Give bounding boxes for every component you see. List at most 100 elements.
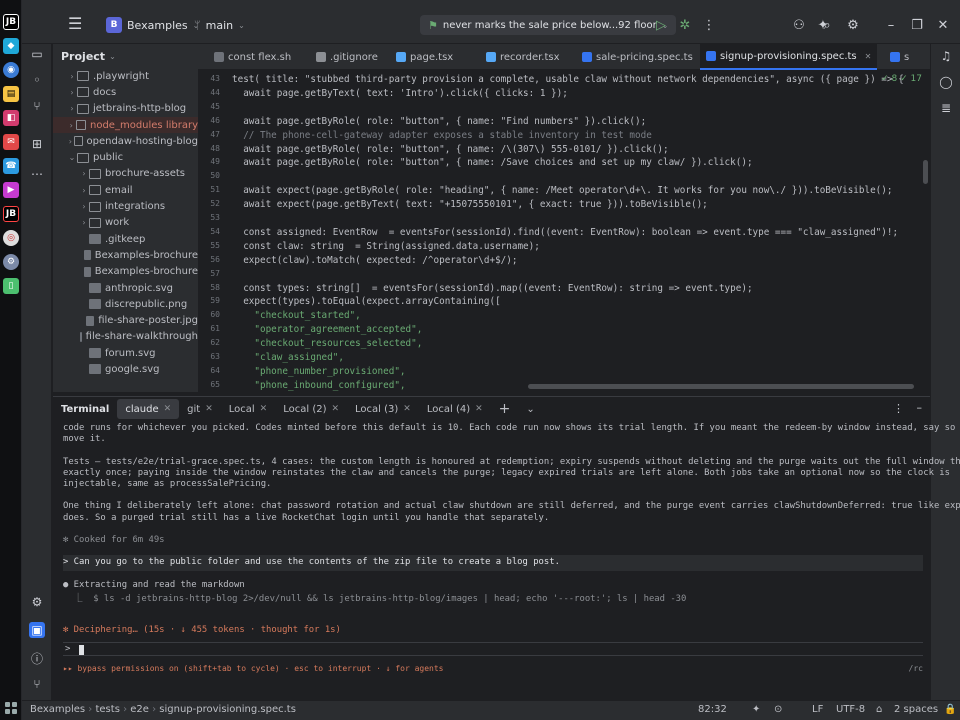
code-line[interactable]: expect(claw).toMatch( expected: /^operat… <box>232 255 517 266</box>
project-tree-item[interactable]: Bexamples-brochure <box>53 264 198 280</box>
editor-tab[interactable]: s <box>884 44 915 70</box>
close-tab-icon[interactable]: ✕ <box>865 52 872 61</box>
editor-tab[interactable]: sale-pricing.spec.ts <box>576 44 699 70</box>
user-icon[interactable]: ⚇ <box>790 16 808 34</box>
close-tab-icon[interactable]: ✕ <box>205 404 213 414</box>
menu-icon[interactable]: ☰ <box>68 14 82 33</box>
services-icon[interactable]: ⚙ <box>29 594 45 610</box>
project-tree-item[interactable]: › work <box>53 215 198 231</box>
project-tree-item[interactable]: .gitkeep <box>53 231 198 247</box>
chevron-right-icon[interactable]: › <box>67 104 77 113</box>
problems-icon[interactable]: ⓘ <box>29 650 45 666</box>
editor-tab[interactable]: const flex.sh <box>208 44 297 70</box>
line-separator[interactable]: LF <box>812 704 823 715</box>
breadcrumb-item[interactable]: e2e <box>130 704 149 715</box>
more-tools-icon[interactable]: ⋯ <box>29 166 45 182</box>
terminal-icon[interactable]: ▣ <box>29 622 45 638</box>
terminal-input[interactable]: > <box>63 641 923 656</box>
close-tab-icon[interactable]: ✕ <box>475 404 483 414</box>
file-encoding[interactable]: UTF-8 <box>836 704 865 715</box>
code-line[interactable]: test( title: "stubbed third-party provis… <box>232 74 904 85</box>
browser-icon[interactable]: ◉ <box>3 62 19 78</box>
debug-icon[interactable]: ✲ <box>676 16 694 34</box>
git-icon[interactable]: ⑂ <box>29 98 45 114</box>
close-tab-icon[interactable]: ✕ <box>331 404 339 414</box>
structure-icon[interactable]: ⊞ <box>29 136 45 152</box>
run-icon[interactable]: ▷ <box>652 16 670 34</box>
inspection-status[interactable]: ✓ 8 ✓ 17 <box>881 74 922 84</box>
project-panel-header[interactable]: Project ⌄ <box>53 44 198 68</box>
database-icon[interactable]: ≣ <box>938 100 954 116</box>
app-launcher-icon[interactable]: ◆ <box>3 38 19 54</box>
chevron-down-icon[interactable]: ⌄ <box>518 399 542 419</box>
project-tree-item[interactable]: › docs <box>53 84 198 100</box>
run-configuration-selector[interactable]: ⚑ never marks the sale price below...92 … <box>420 15 677 35</box>
app-grid-icon[interactable] <box>5 702 17 714</box>
code-line[interactable]: await page.getByRole( role: "button", { … <box>232 157 752 168</box>
readonly-icon[interactable]: ⌂ <box>876 704 882 715</box>
editor-tab[interactable]: page.tsx <box>390 44 459 70</box>
chevron-right-icon[interactable]: › <box>67 137 74 146</box>
code-line[interactable]: "phone_inbound_configured", <box>232 380 405 391</box>
project-tree-item[interactable]: › opendaw-hosting-blog <box>53 133 198 149</box>
git-log-icon[interactable]: ⑂ <box>29 676 45 692</box>
breadcrumb-item[interactable]: signup-provisioning.spec.ts <box>159 704 296 715</box>
chevron-right-icon[interactable]: › <box>79 202 89 211</box>
project-tree-item[interactable]: file-share-walkthrough <box>53 329 198 345</box>
project-tree-item[interactable]: file-share-poster.jpg <box>53 312 198 328</box>
project-tree-item[interactable]: › integrations <box>53 198 198 214</box>
indexing-icon[interactable]: ⊙ <box>774 704 782 715</box>
code-line[interactable]: await expect(page.getByRole( role: "head… <box>232 185 892 196</box>
editor-tab[interactable]: recorder.tsx <box>480 44 566 70</box>
project-tree-item[interactable]: forum.svg <box>53 345 198 361</box>
terminal-tab[interactable]: Local (4) ✕ <box>419 399 491 419</box>
project-tree-item[interactable]: › brochure-assets <box>53 166 198 182</box>
code-line[interactable]: "phone_number_provisioned", <box>232 366 405 377</box>
phone-link-icon[interactable]: ▯ <box>3 278 19 294</box>
ai-chat-icon[interactable]: ◯ <box>938 74 954 90</box>
chevron-right-icon[interactable]: › <box>79 218 89 227</box>
new-terminal-icon[interactable]: + <box>491 399 519 419</box>
notifications-icon[interactable]: ♫ <box>938 48 954 64</box>
terminal-minimize-icon[interactable]: – <box>917 401 923 414</box>
ide-icon[interactable]: ◧ <box>3 110 19 126</box>
project-tree-item[interactable]: › node_modules library <box>53 116 198 134</box>
chevron-down-icon[interactable]: ⌄ <box>67 153 77 162</box>
project-tree-item[interactable]: › .playwright <box>53 68 198 84</box>
code-line[interactable]: // The phone-cell-gateway adapter expose… <box>232 130 652 141</box>
search-icon[interactable]: ⌕ <box>818 16 836 34</box>
steam-icon[interactable]: ⚙ <box>3 254 19 270</box>
close-icon[interactable]: ✕ <box>934 16 952 34</box>
close-tab-icon[interactable]: ✕ <box>260 404 268 414</box>
project-tree-item[interactable]: ⌄ public <box>53 149 198 165</box>
terminal-tab[interactable]: Local (3) ✕ <box>347 399 419 419</box>
settings-icon[interactable]: ⚙ <box>844 16 862 34</box>
code-line[interactable]: const types: string[] = eventsFor(sessio… <box>232 283 752 294</box>
jetbrains-ide-icon[interactable]: JB <box>3 206 19 222</box>
code-line[interactable]: "operator_agreement_accepted", <box>232 324 422 335</box>
code-line[interactable]: "claw_assigned", <box>232 352 344 363</box>
breadcrumb-item[interactable]: tests <box>95 704 119 715</box>
jetbrains-app-icon[interactable]: JB <box>3 14 19 30</box>
chrome-icon[interactable]: ◎ <box>3 230 19 246</box>
maximize-icon[interactable]: ❐ <box>908 16 926 34</box>
mail-icon[interactable]: ✉ <box>3 134 19 150</box>
terminal-tab[interactable]: claude ✕ <box>117 399 180 419</box>
code-line[interactable]: await page.getByRole( role: "button", { … <box>232 116 646 127</box>
editor-horizontal-scrollbar[interactable] <box>528 384 914 389</box>
editor-vertical-scrollbar[interactable] <box>923 160 928 184</box>
lock-icon[interactable]: 🔒 <box>944 704 956 715</box>
close-tab-icon[interactable]: ✕ <box>164 404 172 414</box>
project-tree-item[interactable]: discrepublic.png <box>53 296 198 312</box>
code-line[interactable]: "checkout_started", <box>232 310 360 321</box>
project-tree-item[interactable]: google.svg <box>53 361 198 377</box>
commit-icon[interactable]: ◦ <box>29 72 45 88</box>
chevron-right-icon[interactable]: › <box>79 186 89 195</box>
close-tab-icon[interactable]: ✕ <box>403 404 411 414</box>
code-line[interactable]: await expect(page.getByText( text: "+150… <box>232 199 708 210</box>
more-icon[interactable]: ⋮ <box>700 16 718 34</box>
code-line[interactable]: const claw: string = String(assigned.dat… <box>232 241 540 252</box>
chevron-right-icon[interactable]: › <box>67 72 77 81</box>
project-tree-item[interactable]: › email <box>53 182 198 198</box>
project-tree-item[interactable]: Bexamples-brochure <box>53 247 198 263</box>
